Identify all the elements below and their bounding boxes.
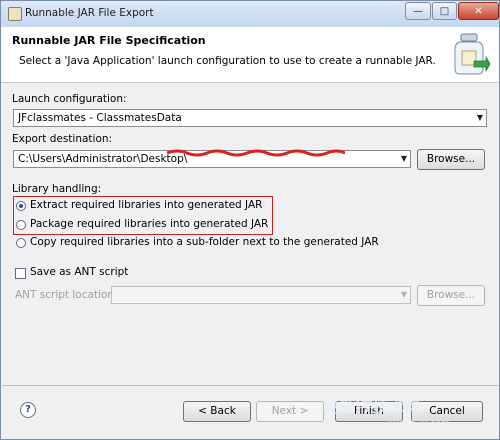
ant-location-label: ANT script location: [15,289,118,301]
title-bar[interactable]: Runnable JAR File Export — □ ✕ [1,1,499,28]
radio-extract-libraries[interactable] [16,201,26,211]
browse-export-button[interactable]: Browse... [417,149,485,170]
back-button[interactable]: < Back [183,401,251,422]
save-ant-script-label[interactable]: Save as ANT script [30,266,128,278]
help-icon[interactable]: ? [20,402,36,418]
next-button: Next > [256,401,324,422]
redaction-scribble [167,149,345,157]
chevron-down-icon: ▼ [400,154,407,163]
radio-package-label[interactable]: Package required libraries into generate… [30,218,268,230]
dialog-window: Runnable JAR File Export — □ ✕ Runnable … [0,0,500,440]
page-description: Select a 'Java Application' launch confi… [19,55,436,67]
ant-location-field: ▼ [111,286,411,304]
window-title: Runnable JAR File Export [25,7,154,19]
close-button[interactable]: ✕ [458,2,499,20]
chevron-down-icon: ▼ [476,113,483,122]
library-handling-label: Library handling: [12,183,102,195]
window-app-icon [8,7,22,21]
radio-extract-label[interactable]: Extract required libraries into generate… [30,199,262,211]
save-ant-script-checkbox[interactable] [15,268,26,279]
radio-package-libraries[interactable] [16,220,26,230]
launch-config-value: JFclassmates - ClassmatesData [18,112,182,124]
minimize-button[interactable]: — [405,2,431,20]
export-destination-value: C:\Users\Administrator\Desktop\ [18,153,188,165]
maximize-button[interactable]: □ [432,2,457,20]
radio-copy-label[interactable]: Copy required libraries into a sub-folde… [30,236,379,248]
chevron-down-icon: ▼ [400,290,407,299]
watermark-url: www.52ij.com [387,419,450,429]
export-destination-label: Export destination: [12,133,113,145]
jar-export-icon [454,33,490,75]
watermark-text: 我爱IT技术网 [323,398,421,416]
wizard-banner: Runnable JAR File Specification Select a… [1,27,499,83]
launch-config-dropdown[interactable]: JFclassmates - ClassmatesData ▼ [13,109,487,127]
page-title: Runnable JAR File Specification [12,34,206,47]
footer-divider [2,385,498,386]
launch-config-label: Launch configuration: [12,93,127,105]
radio-copy-libraries[interactable] [16,238,26,248]
browse-ant-button: Browse... [417,285,485,306]
